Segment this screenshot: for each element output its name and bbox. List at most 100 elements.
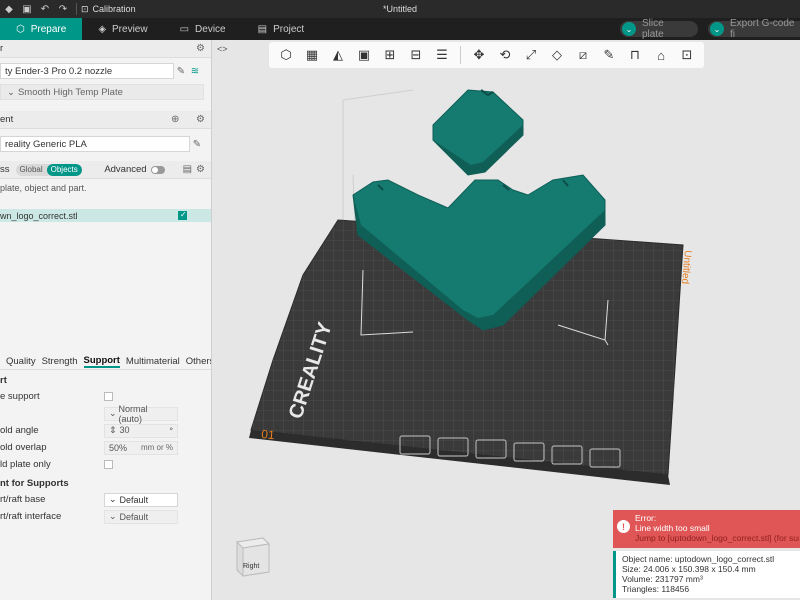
- wifi-icon[interactable]: ≋: [188, 66, 202, 77]
- edit-icon[interactable]: ✎: [174, 66, 188, 77]
- advanced-label: Advanced: [104, 164, 147, 175]
- lay-on-face-icon[interactable]: ◇: [544, 43, 570, 67]
- object-visible-checkbox[interactable]: [178, 210, 187, 220]
- chevron-down-icon[interactable]: ⌄: [622, 22, 636, 36]
- object-size-info: Size: 24.006 x 150.398 x 150.4 mm: [622, 564, 756, 574]
- tab-support[interactable]: Support: [83, 355, 120, 368]
- object-list: wn_logo_correct.stl: [0, 209, 211, 222]
- tab-multimaterial[interactable]: Multimaterial: [126, 356, 180, 367]
- chevron-down-icon: ⌄: [109, 494, 117, 504]
- tab-preview[interactable]: ◈ Preview: [82, 18, 163, 40]
- scope-objects-option[interactable]: Objects: [46, 163, 82, 176]
- threshold-overlap-input[interactable]: 50% mm or %: [104, 440, 178, 455]
- raft-interface-select[interactable]: ⌄ Default: [104, 509, 178, 524]
- raft-interface-row: rt/raft interface ⌄ Default: [0, 508, 211, 525]
- error-message: Line width too small: [635, 523, 710, 533]
- calibration-menu[interactable]: ⊡ Calibration: [81, 4, 136, 15]
- tab-label: Prepare: [30, 23, 67, 35]
- filament-section-title: ent: [0, 114, 14, 125]
- save-icon[interactable]: ▣: [18, 0, 36, 18]
- split-objects-icon[interactable]: ⊞: [377, 43, 403, 67]
- chevron-down-icon[interactable]: ⌄: [710, 22, 724, 36]
- raft-interface-value: Default: [119, 511, 149, 522]
- tab-strength[interactable]: Strength: [42, 356, 78, 367]
- cut-icon[interactable]: ⧄: [570, 43, 596, 67]
- tab-label: Preview: [112, 23, 148, 35]
- arrange-icon[interactable]: ▣: [351, 43, 377, 67]
- title-bar: ◆ ▣ ↶ ↷ ⊡ Calibration *Untitled: [0, 0, 800, 18]
- layers-list-icon[interactable]: ☰: [429, 43, 455, 67]
- add-plate-icon[interactable]: ▦: [299, 43, 325, 67]
- chevron-down-icon: ⌄: [109, 511, 117, 521]
- threshold-overlap-row: old overlap 50% mm or %: [0, 439, 211, 456]
- support-type-row: ⌄ Normal (auto): [0, 403, 211, 424]
- support-group-title: rt: [0, 374, 7, 386]
- tab-device[interactable]: ▭ Device: [164, 18, 242, 40]
- support-type-select[interactable]: ⌄ Normal (auto): [104, 403, 178, 424]
- undo-icon[interactable]: ↶: [36, 0, 54, 18]
- tab-others[interactable]: Others: [186, 356, 211, 367]
- threshold-overlap-value: 50%: [109, 442, 128, 453]
- support-paint-icon[interactable]: ✎: [596, 43, 622, 67]
- move-icon[interactable]: ✥: [466, 43, 492, 67]
- seam-paint-icon[interactable]: ⊓: [622, 43, 648, 67]
- object-name-info: Object name: uptodown_logo_correct.stl: [622, 554, 775, 564]
- raft-group-title: nt for Supports: [0, 477, 69, 489]
- auto-orient-icon[interactable]: ◭: [325, 43, 351, 67]
- edit-icon[interactable]: ✎: [190, 139, 204, 150]
- error-title: Error:: [635, 513, 657, 523]
- enable-support-row: e support: [0, 388, 211, 405]
- color-paint-icon[interactable]: ⌂: [648, 43, 674, 67]
- split-parts-icon[interactable]: ⊟: [403, 43, 429, 67]
- settings-sliders-icon[interactable]: ⚙: [196, 164, 205, 175]
- tab-label: Device: [195, 23, 226, 35]
- build-plate-only-row: ld plate only: [0, 456, 211, 473]
- slice-plate-button[interactable]: ⌄ Slice plate: [620, 18, 698, 40]
- tab-prepare[interactable]: ⬡ Prepare: [0, 18, 83, 40]
- printer-select[interactable]: ty Ender-3 Pro 0.2 nozzle: [0, 63, 174, 79]
- settings-sliders-icon[interactable]: ⚙: [196, 43, 205, 54]
- stepper-icon[interactable]: ⇕: [109, 425, 117, 435]
- threshold-angle-label: old angle: [0, 425, 39, 436]
- build-plate-only-label: ld plate only: [0, 459, 51, 470]
- scope-global-option[interactable]: Global: [16, 164, 47, 176]
- rotate-icon[interactable]: ⟲: [492, 43, 518, 67]
- calibration-icon: ⊡: [81, 3, 89, 14]
- app-logo-icon: ◆: [5, 3, 13, 15]
- add-filament-icon[interactable]: ⊕: [171, 114, 179, 125]
- measure-icon[interactable]: ⊡: [674, 43, 700, 67]
- object-triangles-info: Triangles: 118456: [622, 584, 690, 594]
- list-item[interactable]: wn_logo_correct.stl: [0, 209, 211, 222]
- main-tab-bar: ⬡ Prepare ◈ Preview ▭ Device ▤ Project ⌄…: [0, 18, 800, 40]
- export-gcode-button[interactable]: ⌄ Export G-code fi: [708, 18, 800, 40]
- add-object-icon[interactable]: ⬡: [273, 43, 299, 67]
- build-plate-only-checkbox[interactable]: [104, 460, 113, 469]
- divider: [460, 46, 461, 64]
- process-scope-switch[interactable]: Global Objects: [15, 163, 82, 176]
- plate-type-select[interactable]: ⌄ Smooth High Temp Plate: [0, 84, 204, 100]
- printer-section-header: r ⚙: [0, 40, 211, 58]
- raft-interface-label: rt/raft interface: [0, 511, 62, 522]
- compare-icon[interactable]: ▤: [183, 164, 192, 175]
- error-notification: ! Error: Line width too small Jump to [u…: [613, 510, 800, 548]
- chevron-down-icon: ⌄: [7, 86, 15, 98]
- advanced-toggle[interactable]: [150, 165, 165, 174]
- tab-project[interactable]: ▤ Project: [242, 18, 321, 40]
- collapse-sidebar-icon[interactable]: <>: [217, 44, 228, 54]
- threshold-angle-input[interactable]: ⇕ 30 °: [104, 423, 178, 438]
- raft-base-row: rt/raft base ⌄ Default: [0, 491, 211, 508]
- redo-icon[interactable]: ↷: [54, 0, 72, 18]
- raft-base-select[interactable]: ⌄ Default: [104, 492, 178, 507]
- raft-base-label: rt/raft base: [0, 494, 46, 505]
- enable-support-checkbox[interactable]: [104, 392, 113, 401]
- 3d-viewport[interactable]: CREALITY 01 Untitled <> ⬡ ▦ ◭ ▣ ⊞ ⊟ ☰ ✥ …: [213, 40, 800, 600]
- filament-name: reality Generic PLA: [5, 138, 87, 150]
- tab-quality[interactable]: Quality: [6, 356, 36, 367]
- support-type-value: Normal (auto): [118, 403, 148, 424]
- filament-select[interactable]: reality Generic PLA: [0, 136, 190, 152]
- scale-icon[interactable]: ⤢: [518, 43, 544, 67]
- settings-sliders-icon[interactable]: ⚙: [196, 114, 205, 125]
- slice-plate-label: Slice plate: [642, 18, 664, 40]
- view-cube[interactable]: Right: [233, 536, 273, 578]
- error-jump-link[interactable]: Jump to [uptodown_logo_correct.stl] (for…: [635, 533, 799, 543]
